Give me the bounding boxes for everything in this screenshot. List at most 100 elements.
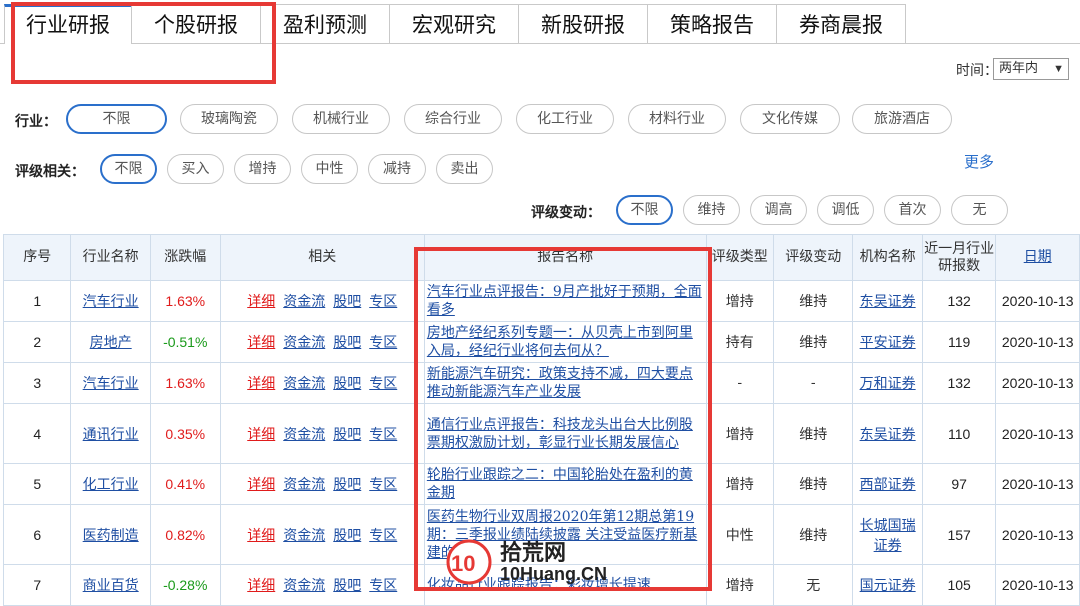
industry-link[interactable]: 商业百货 (83, 578, 139, 594)
change-option-downgrade[interactable]: 调低 (817, 195, 874, 225)
detail-link[interactable]: 详细 (247, 477, 275, 493)
change-option-first[interactable]: 首次 (884, 195, 941, 225)
rating-option-all[interactable]: 不限 (100, 154, 157, 184)
tab-industry-research[interactable]: 行业研报 (4, 4, 132, 44)
change-option-upgrade[interactable]: 调高 (750, 195, 807, 225)
report-title-link[interactable]: 轮胎行业跟踪之二：中国轮胎处在盈利的黄金期 (427, 467, 693, 501)
report-title-link[interactable]: 汽车行业点评报告：9月产批好于预期，全面看多 (427, 284, 702, 318)
related-links: 详细 资金流 股吧 专区 (219, 504, 425, 565)
rating-option-underweight[interactable]: 减持 (368, 154, 426, 184)
industry-link[interactable]: 房地产 (90, 335, 132, 351)
related-links: 详细 资金流 股吧 专区 (219, 362, 425, 404)
org-link[interactable]: 西部证券 (860, 477, 916, 493)
zone-link[interactable]: 专区 (369, 477, 397, 493)
row-index: 2 (2, 321, 72, 363)
more-link[interactable]: 更多 (964, 151, 994, 172)
tab-stock-research[interactable]: 个股研报 (131, 4, 261, 43)
industry-option-composite[interactable]: 综合行业 (404, 104, 502, 134)
industry-option-media[interactable]: 文化传媒 (740, 104, 840, 134)
detail-link[interactable]: 详细 (247, 376, 275, 392)
fund-flow-link[interactable]: 资金流 (283, 528, 325, 544)
fund-flow-link[interactable]: 资金流 (283, 578, 325, 594)
forum-link[interactable]: 股吧 (333, 427, 361, 443)
industry-option-all[interactable]: 不限 (66, 104, 167, 134)
tab-broker-morning[interactable]: 券商晨报 (776, 4, 906, 43)
zone-link[interactable]: 专区 (369, 427, 397, 443)
related-links: 详细 资金流 股吧 专区 (219, 321, 425, 363)
table-row: 1 汽车行业 1.63% 详细 资金流 股吧 专区 汽车行业点评报告：9月产批好于预期… (2, 280, 1080, 322)
forum-link[interactable]: 股吧 (333, 376, 361, 392)
fund-flow-link[interactable]: 资金流 (283, 477, 325, 493)
rating-option-sell[interactable]: 卖出 (436, 154, 493, 184)
report-title-link[interactable]: 通信行业点评报告：科技龙头出台大比例股票期权激励计划，彰显行业长期发展信心 (427, 417, 693, 451)
detail-link[interactable]: 详细 (247, 427, 275, 443)
report-date: 2020-10-13 (995, 403, 1080, 464)
change-value: -0.28% (149, 564, 221, 606)
forum-link[interactable]: 股吧 (333, 528, 361, 544)
industry-link[interactable]: 化工行业 (83, 477, 139, 493)
industry-option-chemical[interactable]: 化工行业 (516, 104, 614, 134)
industry-option-machinery[interactable]: 机械行业 (292, 104, 390, 134)
industry-link[interactable]: 汽车行业 (83, 294, 139, 310)
rating-option-buy[interactable]: 买入 (167, 154, 224, 184)
row-index: 7 (2, 564, 72, 606)
detail-link[interactable]: 详细 (247, 578, 275, 594)
zone-link[interactable]: 专区 (369, 335, 397, 351)
industry-option-glass[interactable]: 玻璃陶瓷 (180, 104, 278, 134)
row-index: 6 (2, 504, 72, 565)
rating-value: 增持 (705, 403, 775, 464)
fund-flow-link[interactable]: 资金流 (283, 335, 325, 351)
tab-strategy-report[interactable]: 策略报告 (647, 4, 777, 43)
change-option-maintain[interactable]: 维持 (683, 195, 740, 225)
detail-link[interactable]: 详细 (247, 335, 275, 351)
forum-link[interactable]: 股吧 (333, 335, 361, 351)
change-option-all[interactable]: 不限 (616, 195, 673, 225)
org-link[interactable]: 东吴证券 (860, 294, 916, 310)
rating-option-overweight[interactable]: 增持 (234, 154, 291, 184)
zone-link[interactable]: 专区 (369, 528, 397, 544)
fund-flow-link[interactable]: 资金流 (283, 376, 325, 392)
report-title-link[interactable]: 房地产经纪系列专题一：从贝壳上市到阿里入局，经纪行业将何去何从？ (427, 325, 693, 359)
report-count: 119 (921, 321, 997, 363)
industry-link[interactable]: 通讯行业 (83, 427, 139, 443)
col-header-industry: 行业名称 (70, 234, 151, 281)
change-value: -0.51% (149, 321, 221, 363)
date-sort-link[interactable]: 日期 (1024, 249, 1052, 265)
fund-flow-link[interactable]: 资金流 (283, 427, 325, 443)
industry-link[interactable]: 医药制造 (83, 528, 139, 544)
report-count: 105 (921, 564, 997, 606)
industry-link[interactable]: 汽车行业 (83, 376, 139, 392)
zone-link[interactable]: 专区 (369, 578, 397, 594)
change-value: 0.41% (149, 463, 221, 505)
industry-option-materials[interactable]: 材料行业 (628, 104, 726, 134)
col-header-org: 机构名称 (852, 234, 923, 281)
org-link[interactable]: 国元证券 (860, 578, 916, 594)
col-header-date[interactable]: 日期 (995, 234, 1080, 281)
rating-change-value: 维持 (773, 403, 854, 464)
rating-change-value: 维持 (773, 280, 854, 322)
detail-link[interactable]: 详细 (247, 294, 275, 310)
report-date: 2020-10-13 (995, 362, 1080, 404)
forum-link[interactable]: 股吧 (333, 578, 361, 594)
forum-link[interactable]: 股吧 (333, 294, 361, 310)
detail-link[interactable]: 详细 (247, 528, 275, 544)
zone-link[interactable]: 专区 (369, 376, 397, 392)
report-title-link[interactable]: 新能源汽车研究：政策支持不减，四大要点推动新能源汽车产业发展 (427, 366, 693, 400)
change-option-none[interactable]: 无 (951, 195, 1008, 225)
zone-link[interactable]: 专区 (369, 294, 397, 310)
report-date: 2020-10-13 (995, 321, 1080, 363)
org-link[interactable]: 平安证券 (860, 335, 916, 351)
org-link[interactable]: 万和证券 (860, 376, 916, 392)
rating-change-value: 维持 (773, 463, 854, 505)
forum-link[interactable]: 股吧 (333, 477, 361, 493)
tab-macro-research[interactable]: 宏观研究 (389, 4, 519, 43)
tab-profit-forecast[interactable]: 盈利预测 (260, 4, 390, 43)
fund-flow-link[interactable]: 资金流 (283, 294, 325, 310)
rating-option-neutral[interactable]: 中性 (301, 154, 358, 184)
rating-value: 中性 (705, 504, 775, 565)
time-range-select[interactable]: 两年内 ▼ (993, 58, 1069, 80)
org-link[interactable]: 长城国瑞证券 (860, 518, 916, 554)
industry-option-tourism[interactable]: 旅游酒店 (852, 104, 952, 134)
tab-ipo-research[interactable]: 新股研报 (518, 4, 648, 43)
org-link[interactable]: 东吴证券 (860, 427, 916, 443)
